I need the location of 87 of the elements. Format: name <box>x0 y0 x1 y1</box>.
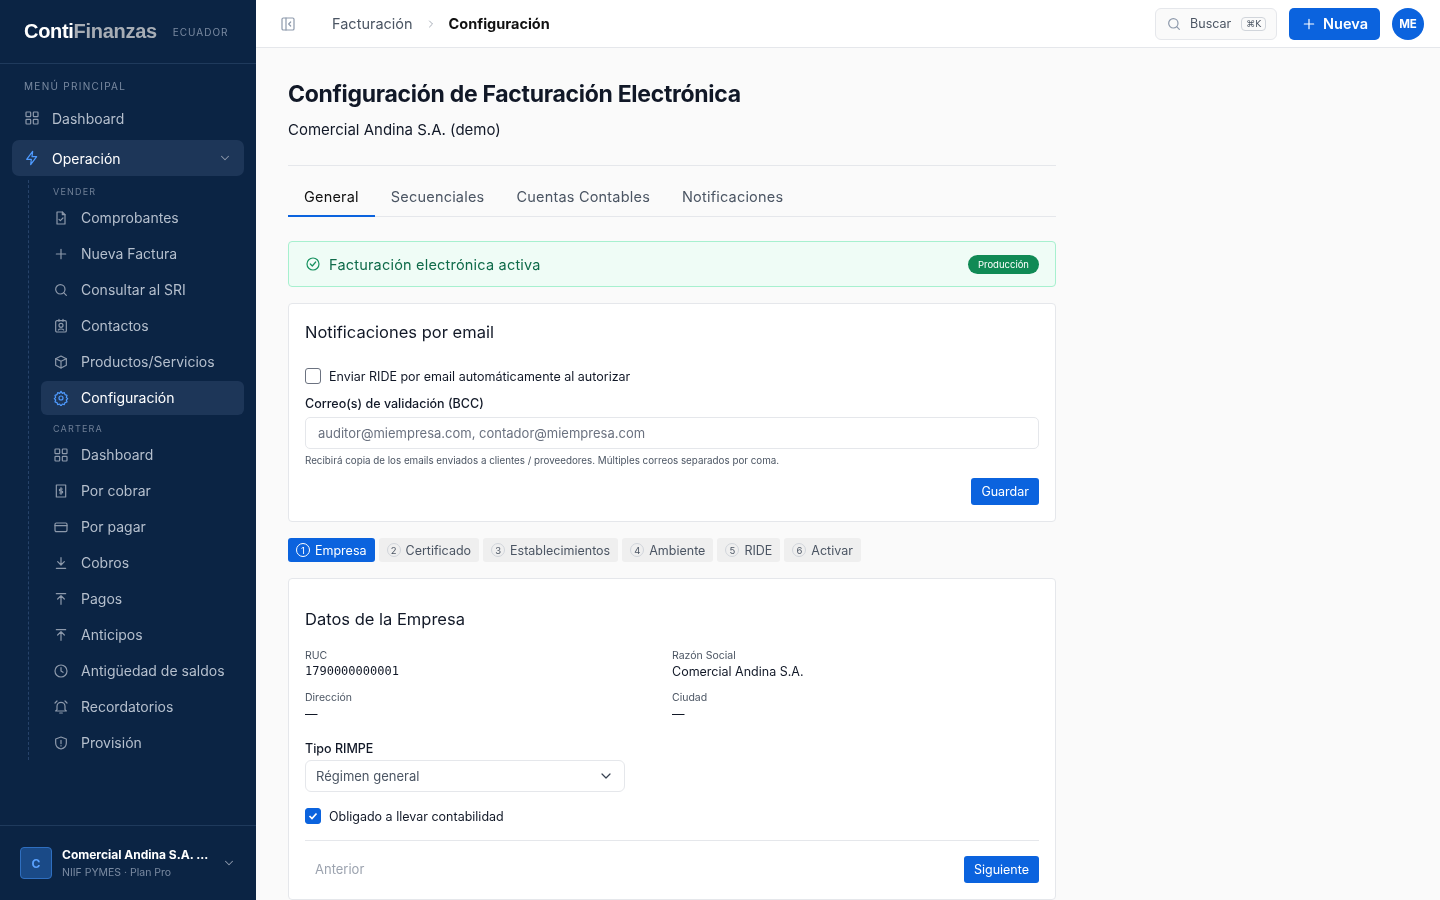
field-value: — <box>672 706 686 721</box>
upload-icon <box>53 591 69 607</box>
checkbox[interactable] <box>305 368 321 384</box>
shield-icon <box>53 735 69 751</box>
bell-icon <box>53 699 69 715</box>
sidebar-item[interactable]: Provisión <box>41 726 244 760</box>
sidebar-item[interactable]: Contactos <box>41 309 244 343</box>
tab[interactable]: General <box>288 188 375 217</box>
checkbox-label: Obligado a llevar contabilidad <box>329 808 504 824</box>
credit-card-icon <box>53 519 69 535</box>
search-field[interactable]: Buscar ⌘K <box>1155 7 1278 40</box>
user-avatar[interactable]: ME <box>1392 7 1424 40</box>
tab[interactable]: Secuenciales <box>374 188 501 217</box>
company-name[interactable]: Comercial Andina S.A. ... <box>62 847 209 862</box>
shortcut-hint: ⌘K <box>1241 16 1267 31</box>
contact-card-icon <box>53 318 69 334</box>
check-icon <box>307 810 319 822</box>
step-tab[interactable]: 3 Establecimientos <box>483 538 619 562</box>
field-label: RUC <box>305 649 329 662</box>
step-tab[interactable]: 1 Empresa <box>288 538 375 562</box>
page-subtitle: Comercial Andina S.A. (demo) <box>288 120 502 139</box>
step-tab[interactable]: 2 Certificado <box>378 538 480 562</box>
tab[interactable]: Notificaciones <box>666 188 800 217</box>
sidebar-item[interactable]: Dashboard <box>41 438 244 472</box>
tab[interactable]: Cuentas Contables <box>500 188 666 217</box>
region-label: ECUADOR <box>172 25 229 38</box>
sidebar-item[interactable]: Cobros <box>41 546 244 580</box>
sidebar-item[interactable]: Anticipos <box>41 618 244 652</box>
field-label: Tipo RIMPE <box>305 741 375 756</box>
upload-icon <box>53 627 69 643</box>
sidebar-item[interactable]: Por pagar <box>41 510 244 544</box>
status-text: Facturación electrónica activa <box>329 255 541 273</box>
dashboard-icon <box>53 447 69 463</box>
section-label: MENÚ PRINCIPAL <box>23 79 128 94</box>
save-button[interactable]: Guardar <box>971 478 1039 505</box>
plus-icon <box>53 246 69 262</box>
clock-icon <box>53 663 69 679</box>
sidebar-item[interactable]: Por cobrar <box>41 474 244 508</box>
field-label: Ciudad <box>672 691 709 704</box>
lightning-icon <box>24 150 40 166</box>
breadcrumb-item[interactable]: Facturación <box>332 15 413 32</box>
sidebar-item[interactable]: Antigüedad de saldos <box>41 654 244 688</box>
group-label: CARTERA <box>52 422 105 436</box>
new-button[interactable]: Nueva <box>1289 7 1380 40</box>
sidebar-item[interactable]: Pagos <box>41 582 244 616</box>
checkbox-label: Enviar RIDE por email automáticamente al autorizar <box>329 368 631 384</box>
field-label: Razón Social <box>672 649 737 662</box>
breadcrumb-item: Configuración <box>448 15 550 32</box>
step-tab[interactable]: 6 Activar <box>784 538 861 562</box>
search-icon <box>53 282 69 298</box>
group-label: VENDER <box>52 185 98 199</box>
sidebar-item[interactable]: Nueva Factura <box>41 237 244 271</box>
card-title: Notificaciones por email <box>305 322 495 342</box>
sidebar-toggle-icon <box>280 15 296 32</box>
search-icon <box>1166 15 1183 32</box>
sidebar-item[interactable]: Operación <box>12 140 244 176</box>
sidebar-item[interactable]: Recordatorios <box>41 690 244 724</box>
check-circle-icon <box>305 256 321 272</box>
checkbox[interactable] <box>305 808 321 824</box>
company-plan: NIIF PYMES · Plan Pro <box>62 866 173 879</box>
sidebar-item[interactable]: Dashboard <box>12 100 244 136</box>
download-icon <box>53 555 69 571</box>
logo: ContiFinanzas <box>24 20 157 43</box>
next-button[interactable]: Siguiente <box>963 855 1039 883</box>
field-label: Correo(s) de validación (BCC) <box>305 396 485 411</box>
sidebar-item[interactable]: Consultar al SRI <box>41 273 244 307</box>
settings-icon <box>53 390 69 406</box>
company-avatar: C <box>20 847 52 879</box>
sidebar-item[interactable]: Productos/Servicios <box>41 345 244 379</box>
card-title: Datos de la Empresa <box>305 609 466 629</box>
field-label: Dirección <box>305 691 354 704</box>
environment-badge: Producción <box>967 254 1039 274</box>
dashboard-icon <box>24 110 40 126</box>
field-value: — <box>305 706 319 721</box>
rimpe-select[interactable]: Régimen general <box>305 760 625 792</box>
sidebar-item[interactable]: Comprobantes <box>41 201 244 235</box>
package-icon <box>53 354 69 370</box>
field-value: Comercial Andina S.A. <box>672 664 805 679</box>
field-hint: Recibirá copia de los emails enviados a clientes / proveedores. Múltiples correos separados por coma. <box>305 455 781 466</box>
page-title: Configuración de Facturación Electrónica <box>288 80 742 108</box>
step-tab[interactable]: 4 Ambiente <box>622 538 714 562</box>
email-field[interactable]: auditor@miempresa.com, contador@miempresa.com <box>305 417 1039 449</box>
file-check-icon <box>53 210 69 226</box>
field-value: 1790000000001 <box>305 664 400 678</box>
dollar-receipt-icon <box>53 483 69 499</box>
sidebar-item[interactable]: Configuración <box>41 381 244 415</box>
step-tab[interactable]: 5 RIDE <box>717 538 781 562</box>
